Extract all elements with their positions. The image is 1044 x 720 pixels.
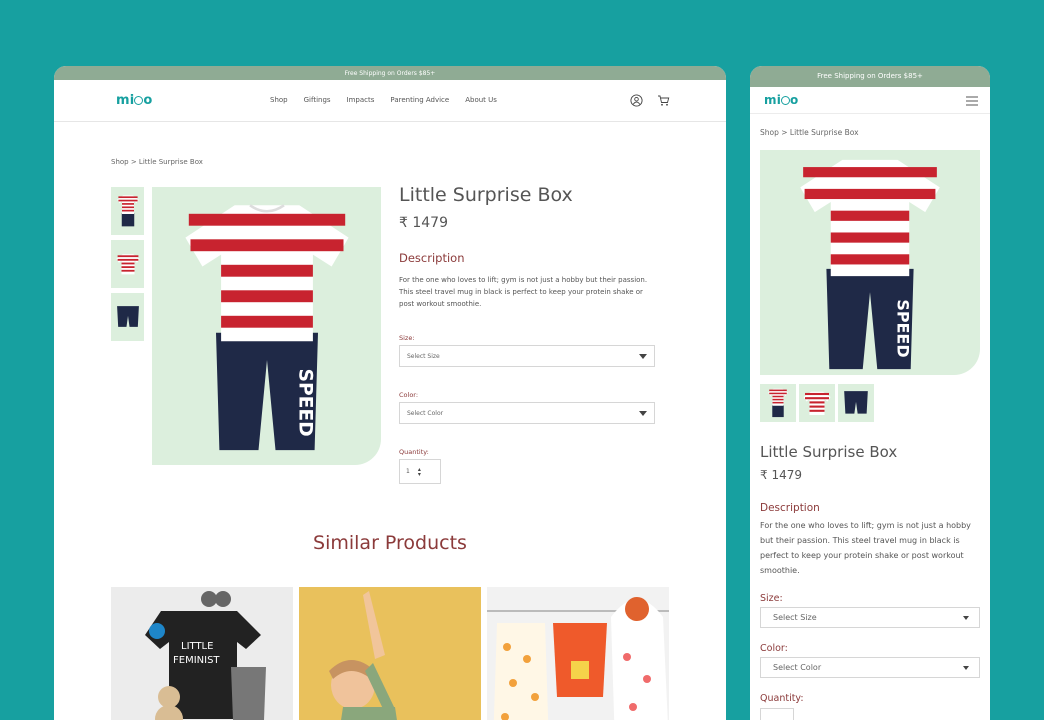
mobile-preview: Free Shipping on Orders $85+ mi o Shop > … — [750, 66, 990, 720]
product-info: Little Surprise Box ₹ 1479 Description F… — [399, 184, 655, 484]
kid-product-image — [299, 587, 481, 720]
quantity-label: Quantity: — [760, 693, 804, 704]
thumbnail-list — [760, 384, 874, 422]
thumbnail-list — [111, 187, 144, 341]
user-icon[interactable] — [630, 94, 643, 107]
product-title: Little Surprise Box — [760, 443, 898, 461]
color-select[interactable]: Select Color — [399, 402, 655, 424]
thumbnail-tshirt[interactable] — [111, 240, 144, 288]
logo-text-end: o — [143, 93, 153, 108]
similar-products-heading: Similar Products — [313, 532, 467, 554]
baby-set-product-image — [487, 587, 669, 720]
logo-text-end: o — [790, 93, 799, 107]
product-description: For the one who loves to lift; gym is no… — [760, 521, 971, 575]
breadcrumb[interactable]: Shop > Little Surprise Box — [111, 158, 203, 166]
size-select-value: Select Size — [407, 352, 440, 360]
description-heading: Description — [760, 502, 820, 514]
product-info: Little Surprise Box ₹ 1479 Description F… — [760, 443, 980, 720]
outfit-thumb-image — [116, 195, 139, 227]
promo-bar: Free Shipping on Orders $85+ — [750, 66, 990, 87]
product-title: Little Surprise Box — [399, 184, 573, 206]
svg-text:SPEED: SPEED — [294, 369, 315, 437]
outfit-illustration: SPEED — [800, 159, 940, 369]
chevron-down-icon — [639, 353, 647, 359]
product-main-image[interactable]: SPEED — [760, 150, 980, 375]
color-label: Color: — [760, 643, 788, 654]
logo-text: mi — [764, 93, 782, 107]
breadcrumb[interactable]: Shop > Little Surprise Box — [760, 128, 859, 137]
similar-products-list: LITTLE FEMINIST — [111, 587, 669, 720]
product-description: For the one who loves to lift; gym is no… — [399, 276, 648, 308]
quantity-value: 1 — [406, 468, 410, 475]
mobile-header: mi o — [750, 87, 990, 114]
thumbnail-shorts[interactable] — [838, 384, 874, 422]
logo-mark — [781, 96, 791, 105]
product-card-tee[interactable]: LITTLE FEMINIST — [111, 587, 293, 720]
thumbnail-shorts[interactable] — [111, 293, 144, 341]
product-main-image[interactable]: SPEED — [152, 187, 381, 465]
color-select[interactable]: Select Color — [760, 657, 980, 678]
nav-about-us[interactable]: About Us — [465, 96, 497, 104]
thumbnail-tshirt[interactable] — [799, 384, 835, 422]
site-header: mi o Shop Giftings Impacts Parenting Advi… — [54, 80, 726, 122]
outfit-thumb-image — [768, 388, 788, 418]
chevron-down-icon — [963, 615, 969, 620]
header-actions — [630, 94, 670, 107]
svg-text:LITTLE: LITTLE — [181, 641, 213, 652]
outfit-illustration: SPEED — [184, 204, 349, 451]
tshirt-thumb-image — [803, 391, 831, 415]
size-label: Size: — [399, 334, 415, 342]
size-label: Size: — [760, 593, 783, 604]
chevron-down-icon — [963, 665, 969, 670]
color-select-value: Select Color — [773, 663, 822, 672]
quantity-stepper[interactable] — [760, 708, 794, 720]
logo-text: mi — [116, 93, 135, 108]
brand-logo[interactable]: mi o — [116, 93, 153, 108]
chevron-down-icon — [639, 410, 647, 416]
product-card-baby-set[interactable] — [487, 587, 669, 720]
size-select-value: Select Size — [773, 613, 817, 622]
nav-impacts[interactable]: Impacts — [347, 96, 375, 104]
product-price: ₹ 1479 — [399, 215, 448, 231]
tee-product-image: LITTLE FEMINIST — [111, 587, 293, 720]
product-price: ₹ 1479 — [760, 468, 802, 482]
nav-shop[interactable]: Shop — [270, 96, 288, 104]
description-heading: Description — [399, 251, 465, 265]
cart-icon[interactable] — [657, 94, 670, 107]
color-select-value: Select Color — [407, 409, 444, 417]
svg-text:SPEED: SPEED — [894, 299, 913, 357]
thumbnail-outfit[interactable] — [760, 384, 796, 422]
svg-text:FEMINIST: FEMINIST — [173, 655, 220, 666]
quantity-label: Quantity: — [399, 448, 429, 456]
thumbnail-outfit[interactable] — [111, 187, 144, 235]
size-select[interactable]: Select Size — [760, 607, 980, 628]
menu-icon[interactable] — [966, 96, 978, 106]
product-card-kid[interactable] — [299, 587, 481, 720]
brand-logo[interactable]: mi o — [764, 93, 798, 107]
main-nav: Shop Giftings Impacts Parenting Advice A… — [270, 96, 497, 104]
color-label: Color: — [399, 391, 419, 399]
quantity-stepper[interactable]: 1 ▴ ▾ — [399, 459, 441, 484]
size-select[interactable]: Select Size — [399, 345, 655, 367]
nav-giftings[interactable]: Giftings — [304, 96, 331, 104]
shorts-thumb-image — [844, 391, 868, 414]
tshirt-thumb-image — [115, 254, 140, 275]
promo-bar: Free Shipping on Orders $85+ — [54, 66, 726, 80]
stepper-arrows-icon[interactable]: ▴ ▾ — [418, 466, 421, 477]
desktop-preview: Free Shipping on Orders $85+ mi o Shop Gi… — [54, 66, 726, 720]
nav-parenting-advice[interactable]: Parenting Advice — [390, 96, 449, 104]
shorts-thumb-image — [116, 306, 139, 327]
